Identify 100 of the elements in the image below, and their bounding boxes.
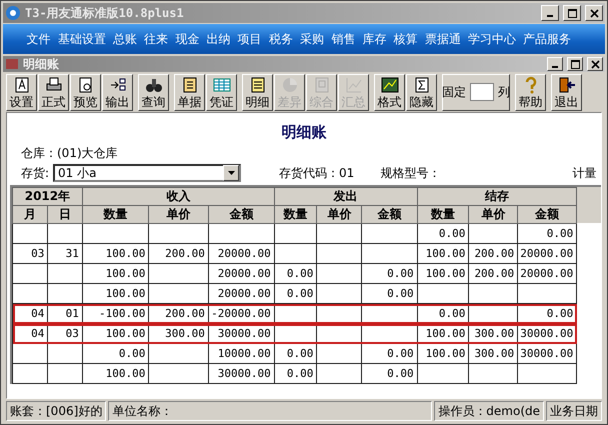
status-field: 账套：[006]好的 — [6, 401, 106, 421]
menu-item[interactable]: 总账 — [109, 30, 141, 48]
table-cell: 20000.00 — [518, 244, 577, 264]
column-header: 单价 — [148, 206, 208, 224]
maximize-icon — [568, 8, 576, 18]
toolbar-button[interactable]: 预览 — [70, 74, 101, 110]
toolbar-button[interactable]: 设置 — [6, 74, 37, 110]
report-title: 明细账 — [280, 123, 328, 143]
status-field: 操作员：demo(de — [434, 401, 544, 421]
table-cell: 04 — [12, 304, 48, 324]
toolbar-button[interactable]: 格式 — [374, 74, 405, 110]
toolbar-button[interactable]: 正式 — [38, 74, 69, 110]
dropdown-button[interactable] — [223, 165, 240, 181]
menu-item[interactable]: 项目 — [234, 30, 266, 48]
menu-item[interactable]: 税务 — [265, 30, 296, 48]
menu-item[interactable]: 库存 — [358, 30, 390, 48]
column-count-field[interactable] — [470, 83, 494, 101]
maximize-button[interactable] — [563, 5, 581, 21]
menu-item[interactable]: 销售 — [328, 30, 359, 48]
table-cell: 04 — [12, 324, 48, 344]
column-header: 金额 — [518, 206, 577, 224]
page-icon — [312, 76, 330, 94]
minimize-button[interactable] — [541, 5, 559, 21]
close-icon — [590, 8, 598, 18]
table-cell: 200.00 — [468, 244, 518, 264]
table-cell: 100.00 — [82, 264, 149, 284]
table-cell: 10000.00 — [208, 344, 274, 364]
menu-item[interactable]: 基础设置 — [54, 30, 110, 48]
header-filler — [577, 187, 601, 223]
table-cell: 20000.00 — [208, 284, 274, 304]
arrow-icon — [108, 76, 126, 94]
table-cell: 200.00 — [468, 264, 518, 284]
table-cell: 0.00 — [417, 224, 469, 244]
year-header: 2012年 — [12, 188, 82, 206]
grid-icon — [212, 76, 230, 94]
table-cell: 300.00 — [468, 344, 518, 364]
chart-icon — [380, 76, 398, 94]
maximize-button[interactable] — [567, 57, 583, 71]
status-field: 单位名称： — [108, 401, 432, 421]
item-label: 存货: — [21, 164, 50, 182]
menu-item[interactable]: 现金 — [172, 30, 203, 48]
table-cell: 100.00 — [82, 284, 149, 304]
menu-item[interactable]: 采购 — [296, 30, 328, 48]
column-header: 金额 — [362, 206, 418, 224]
menu-item[interactable]: 产品服务 — [520, 30, 575, 48]
toolbar-button[interactable]: 输出 — [102, 74, 133, 110]
column-header: 金额 — [208, 206, 274, 224]
toolbar-button[interactable]: 单据 — [174, 74, 205, 110]
toolbar-button[interactable]: 凭证 — [206, 74, 237, 110]
unit-label: 计量 — [572, 164, 596, 182]
column-header: 数量 — [82, 206, 149, 224]
menu-item[interactable]: 往来 — [140, 30, 172, 48]
toolbar-button[interactable]: 帮助 — [515, 74, 546, 110]
table-cell: 100.00 — [82, 364, 149, 384]
table-cell: 30000.00 — [208, 364, 274, 384]
document-icon — [180, 76, 198, 94]
table-cell: 0.00 — [274, 284, 317, 304]
table-cell: 0.00 — [274, 264, 317, 284]
group-header: 收入 — [82, 188, 274, 206]
menu-item[interactable]: 核算 — [390, 30, 422, 48]
menu-item[interactable]: 票据通 — [421, 30, 464, 48]
table-cell: 0.00 — [362, 344, 418, 364]
menu-item[interactable]: 文件 — [23, 30, 54, 48]
window-title: T3-用友通标准版10.8plus1 — [25, 4, 185, 22]
child-window-title: 明细账 — [23, 56, 60, 72]
exit-icon — [558, 76, 576, 94]
printer-icon — [44, 76, 62, 94]
list-icon — [248, 76, 266, 94]
close-button[interactable] — [587, 57, 603, 71]
table-cell: 100.00 — [417, 244, 469, 264]
table-cell: 20000.00 — [208, 244, 274, 264]
text-icon — [12, 76, 30, 94]
menu-item[interactable]: 学习中心 — [464, 30, 520, 48]
toolbar-button[interactable]: 隐藏 — [406, 74, 437, 110]
ledger-icon — [5, 58, 19, 70]
minimize-button[interactable] — [547, 57, 563, 71]
item-dropdown[interactable]: 01 小a — [53, 164, 242, 182]
table-cell: 0.00 — [274, 344, 317, 364]
fixed-label: 固定 — [442, 84, 466, 100]
close-button[interactable] — [585, 5, 603, 21]
warehouse-value: (01)大仓库 — [57, 144, 118, 162]
close-icon — [590, 60, 600, 68]
column-header: 数量 — [417, 206, 469, 224]
column-header: 月 — [12, 206, 48, 224]
toolbar-button[interactable]: 查询 — [138, 74, 169, 110]
table-cell: 0.00 — [82, 344, 149, 364]
column-header: 日 — [48, 206, 82, 224]
pie-icon — [280, 76, 298, 94]
table-cell: 100.00 — [82, 244, 149, 264]
table-cell: 30000.00 — [518, 344, 577, 364]
spec-label: 规格型号： — [380, 164, 440, 182]
table-cell: 0.00 — [362, 284, 418, 304]
caret-icon — [228, 171, 235, 175]
table-cell: 0.00 — [362, 364, 418, 384]
toolbar-button[interactable]: 明细 — [242, 74, 273, 110]
magnifier-icon — [76, 76, 94, 94]
table-cell: 100.00 — [417, 344, 469, 364]
column-header: 单价 — [468, 206, 518, 224]
toolbar-button[interactable]: 退出 — [551, 74, 582, 110]
menu-item[interactable]: 出纳 — [202, 30, 234, 48]
